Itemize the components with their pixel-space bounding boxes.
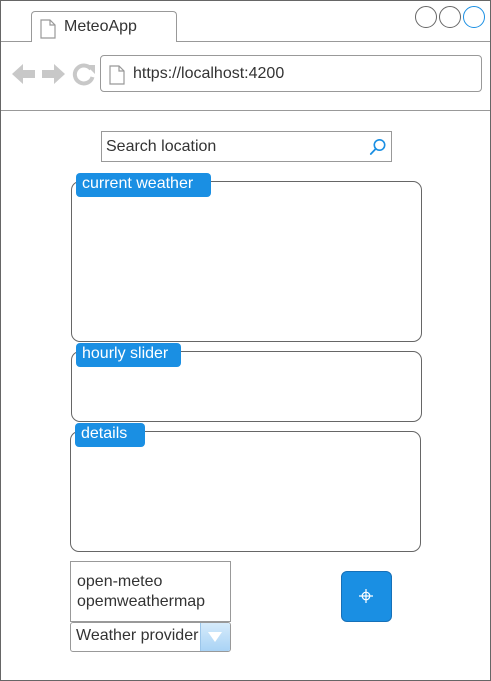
minimize-button[interactable] [415,6,437,28]
hourly-slider-label: hourly slider [76,343,181,367]
tab-title: MeteoApp [64,18,137,35]
browser-tab[interactable]: MeteoApp [31,11,177,42]
document-icon [40,19,56,44]
forward-arrow-icon[interactable] [40,62,66,91]
provider-option-open-meteo[interactable]: open-meteo [77,573,162,591]
navigation-bar: https://localhost:4200 [1,42,490,111]
current-weather-label: current weather [76,173,211,197]
search-box [101,131,392,162]
dropdown-button[interactable] [200,623,230,651]
weather-provider-select[interactable]: Weather provider [70,622,231,652]
back-arrow-icon[interactable] [11,62,37,91]
details-panel [70,431,421,552]
url-text: https://localhost:4200 [133,65,285,82]
refresh-icon[interactable] [72,62,96,91]
browser-window: MeteoApp https://localhost:4200 Search l… [0,0,491,681]
search-icon[interactable] [369,138,387,161]
window-controls [415,6,487,28]
tab-strip: MeteoApp [1,1,490,42]
close-button[interactable] [463,6,485,28]
maximize-button[interactable] [439,6,461,28]
crosshair-icon [359,589,373,603]
search-input[interactable] [102,132,366,161]
provider-list: open-meteo opemweathermap [70,561,231,622]
weather-provider-label: Weather provider [76,627,199,644]
details-label: details [75,423,145,447]
provider-option-openweathermap[interactable]: opemweathermap [77,593,205,611]
locate-button[interactable] [341,571,392,622]
current-weather-panel [71,181,422,342]
page-icon [109,65,125,90]
address-bar[interactable]: https://localhost:4200 [100,55,482,92]
